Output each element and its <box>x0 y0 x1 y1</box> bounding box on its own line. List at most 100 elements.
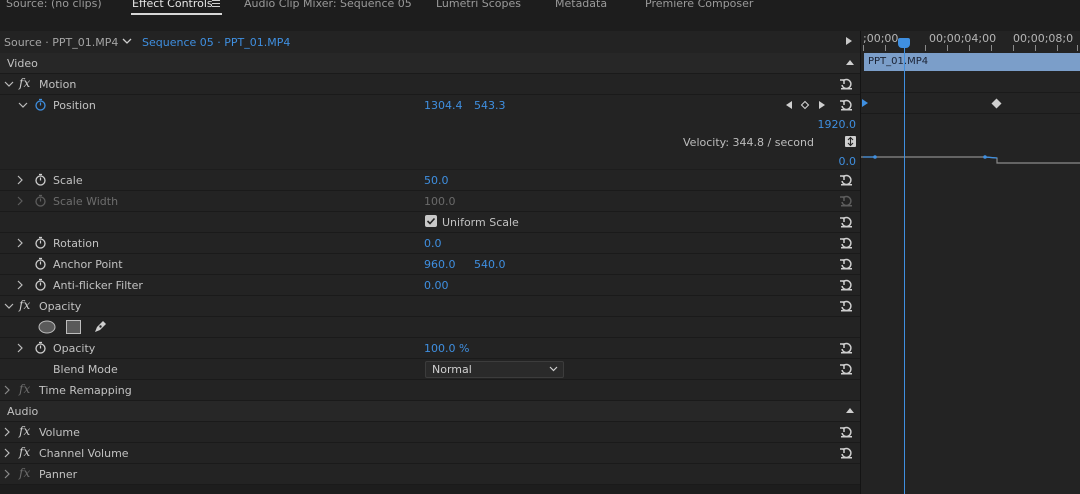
stopwatch-icon[interactable] <box>34 278 47 291</box>
add-keyframe-icon <box>800 100 810 110</box>
collapse-up-icon[interactable] <box>846 60 854 65</box>
tab-metadata[interactable]: Metadata <box>555 0 607 10</box>
tab-source[interactable]: Source: (no clips) <box>6 0 102 10</box>
chevron-down-icon[interactable] <box>4 301 14 311</box>
anti-flicker-label: Anti-flicker Filter <box>53 279 143 292</box>
chevron-right-icon[interactable] <box>15 238 25 248</box>
ruler-tick <box>925 45 926 51</box>
motion-effect-row: fx Motion <box>0 74 860 95</box>
reset-icon[interactable] <box>839 425 853 439</box>
timeline-motion-track <box>861 71 1080 93</box>
volume-label: Volume <box>39 426 80 439</box>
reset-icon[interactable] <box>839 77 853 91</box>
reset-icon[interactable] <box>839 98 853 112</box>
fx-icon[interactable]: fx <box>19 445 30 459</box>
play-only-audio-icon[interactable] <box>846 37 852 45</box>
chevron-right-icon[interactable] <box>2 448 12 458</box>
reset-icon[interactable] <box>839 341 853 355</box>
scale-value[interactable]: 50.0 <box>424 174 449 187</box>
timecode-end: 00;00;08;0 <box>1013 32 1074 45</box>
reset-icon[interactable] <box>839 257 853 271</box>
playhead-handle[interactable] <box>898 38 910 48</box>
position-y-value[interactable]: 543.3 <box>474 99 506 112</box>
audio-section-header: Audio <box>0 401 860 422</box>
graph-max-value[interactable]: 1920.0 <box>818 118 857 131</box>
stopwatch-icon[interactable] <box>34 257 47 270</box>
opacity-value[interactable]: 100.0 % <box>424 342 469 355</box>
tab-audio-clip-mixer[interactable]: Audio Clip Mixer: Sequence 05 <box>244 0 412 10</box>
reset-icon[interactable] <box>839 215 853 229</box>
sequence-clip-label[interactable]: Sequence 05 · PPT_01.MP4 <box>142 36 290 49</box>
reset-icon <box>840 195 852 207</box>
anchor-point-x-value[interactable]: 960.0 <box>424 258 456 271</box>
ruler-tick <box>991 45 992 51</box>
reset-icon[interactable] <box>839 299 853 313</box>
ruler-tick <box>1035 45 1036 51</box>
rotation-value[interactable]: 0.0 <box>424 237 442 250</box>
ruler-tick <box>969 45 970 51</box>
chevron-down-icon[interactable] <box>18 100 28 110</box>
graph-toggle-icon[interactable] <box>845 136 856 147</box>
checkmark-icon <box>426 217 436 225</box>
position-x-value[interactable]: 1304.4 <box>424 99 463 112</box>
chevron-right-icon[interactable] <box>2 385 12 395</box>
chevron-right-icon[interactable] <box>15 280 25 290</box>
chevron-right-icon <box>17 196 23 206</box>
stopwatch-icon[interactable] <box>34 236 47 249</box>
blend-mode-dropdown[interactable]: Normal <box>425 361 564 378</box>
tab-premiere-composer[interactable]: Premiere Composer <box>645 0 753 10</box>
timecode-start: ;00;00 <box>863 32 899 45</box>
anchor-point-y-value[interactable]: 540.0 <box>474 258 506 271</box>
panner-effect-row: fx Panner <box>0 464 860 485</box>
position-row: Position 1304.4 543.3 <box>0 95 860 116</box>
rectangle-mask-icon[interactable] <box>66 320 81 334</box>
reset-icon[interactable] <box>839 278 853 292</box>
uniform-scale-checkbox[interactable] <box>425 215 437 227</box>
keyframe-start-marker-icon[interactable] <box>861 98 869 108</box>
timeline-position-track <box>861 93 1080 114</box>
graph-min-value[interactable]: 0.0 <box>839 155 857 168</box>
velocity-curve[interactable] <box>861 145 1080 170</box>
video-section-header: Video <box>0 53 860 74</box>
pen-mask-icon[interactable] <box>93 319 108 334</box>
uniform-scale-label: Uniform Scale <box>442 216 519 229</box>
opacity-effect-label: Opacity <box>39 300 82 313</box>
anti-flicker-value[interactable]: 0.00 <box>424 279 449 292</box>
tab-effect-controls[interactable]: Effect Controls <box>132 0 213 10</box>
chevron-down-icon[interactable] <box>4 79 14 89</box>
chevron-right-icon[interactable] <box>15 343 25 353</box>
fx-icon[interactable]: fx <box>19 298 30 312</box>
clip-bar[interactable]: PPT_01.MP4 <box>864 53 1080 71</box>
keyframe-diamond-icon[interactable] <box>991 98 1002 109</box>
reset-icon[interactable] <box>839 236 853 250</box>
chevron-right-icon[interactable] <box>2 469 12 479</box>
anti-flicker-row: Anti-flicker Filter 0.00 <box>0 275 860 296</box>
effect-controls-timeline[interactable]: ;00;00 00;00;04;00 00;00;08;0 PPT_01.MP4 <box>861 31 1080 494</box>
panel-menu-icon[interactable] <box>212 0 220 9</box>
source-clip-label[interactable]: Source · PPT_01.MP4 <box>4 36 118 49</box>
tab-lumetri-scopes[interactable]: Lumetri Scopes <box>436 0 521 10</box>
stopwatch-icon[interactable] <box>34 98 47 111</box>
blend-mode-row: Blend Mode Normal <box>0 359 860 380</box>
fx-icon[interactable]: fx <box>19 76 30 90</box>
panel-tab-strip: Source: (no clips) Effect Controls Audio… <box>0 0 1080 15</box>
uniform-scale-row: Uniform Scale <box>0 212 860 233</box>
reset-icon[interactable] <box>839 446 853 460</box>
volume-effect-row: fx Volume <box>0 422 860 443</box>
time-ruler[interactable]: ;00;00 00;00;04;00 00;00;08;0 <box>861 31 1080 53</box>
stopwatch-icon[interactable] <box>34 173 47 186</box>
chevron-right-icon[interactable] <box>15 175 25 185</box>
reset-icon[interactable] <box>839 362 853 376</box>
reset-icon[interactable] <box>839 173 853 187</box>
rotation-row: Rotation 0.0 <box>0 233 860 254</box>
active-tab-indicator <box>131 13 222 15</box>
scale-row: Scale 50.0 <box>0 170 860 191</box>
collapse-up-icon[interactable] <box>846 408 854 413</box>
ellipse-mask-icon[interactable] <box>38 320 56 334</box>
playhead-line[interactable] <box>904 41 905 494</box>
time-remapping-row: fx Time Remapping <box>0 380 860 401</box>
stopwatch-icon[interactable] <box>34 341 47 354</box>
fx-icon[interactable]: fx <box>19 424 30 438</box>
chevron-down-icon[interactable] <box>122 38 132 44</box>
chevron-right-icon[interactable] <box>2 427 12 437</box>
